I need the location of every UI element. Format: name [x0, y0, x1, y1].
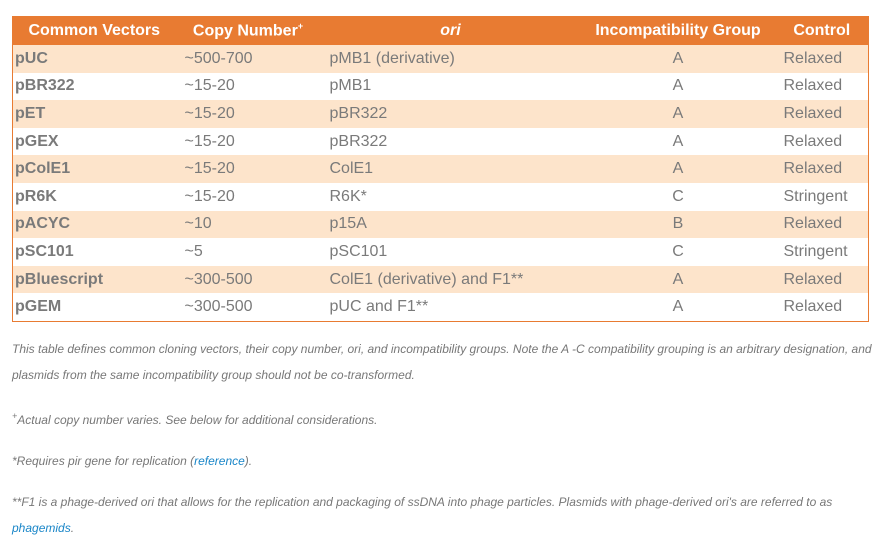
control-cell: Stringent: [775, 182, 869, 211]
header-control: Control: [775, 16, 869, 45]
table-row: pACYC ~10 p15A B Relaxed: [12, 210, 869, 239]
header-ori: ori: [320, 16, 581, 45]
ori-cell: pMB1 (derivative): [320, 45, 581, 73]
vector-cell: pET: [12, 100, 176, 128]
copy-number-cell: ~15-20: [175, 127, 321, 156]
table-row: pSC101 ~5 pSC101 C Stringent: [12, 238, 869, 266]
vector-cell: pGEM: [12, 293, 176, 322]
copy-number-note: +Actual copy number varies. See below fo…: [12, 403, 872, 433]
table-row: pGEX ~15-20 pBR322 A Relaxed: [12, 127, 869, 156]
ori-cell: pSC101: [320, 238, 581, 266]
table-row: pBluescript ~300-500 ColE1 (derivative) an…: [12, 265, 869, 294]
copy-number-cell: ~300-500: [175, 265, 321, 294]
table-header-row: Common Vectors Copy Number+ ori Incompat…: [12, 16, 869, 45]
incompatibility-group-cell: A: [580, 72, 776, 101]
ori-cell: pBR322: [320, 127, 581, 156]
ori-cell: p15A: [320, 210, 581, 239]
reference-link[interactable]: reference: [194, 454, 245, 468]
copy-number-cell: ~15-20: [175, 182, 321, 211]
vector-cell: pColE1: [12, 155, 176, 183]
phagemids-link[interactable]: phagemids: [12, 521, 71, 535]
ori-cell: ColE1 (derivative) and F1**: [320, 265, 581, 294]
pir-note-text: *Requires pir gene for replication (: [12, 454, 195, 468]
incompatibility-group-cell: A: [580, 293, 776, 322]
footnotes: This table defines common cloning vector…: [12, 336, 872, 541]
control-cell: Relaxed: [775, 45, 869, 73]
f1-note-text: **F1 is a phage-derived ori that allows …: [12, 495, 833, 509]
ori-cell: ColE1: [320, 155, 581, 183]
ori-cell: pMB1: [320, 72, 581, 101]
control-cell: Relaxed: [775, 293, 869, 322]
copy-number-note-text: Actual copy number varies. See below for…: [17, 413, 378, 427]
pir-note-end: ).: [244, 454, 253, 468]
table-row: pR6K ~15-20 R6K* C Stringent: [12, 182, 869, 211]
ori-cell: pBR322: [320, 100, 581, 128]
vector-cell: pR6K: [12, 182, 176, 211]
vector-cell: pGEX: [12, 127, 176, 156]
vector-cell: pBR322: [12, 72, 176, 101]
header-copy-number: Copy Number+: [175, 16, 321, 45]
table-row: pColE1 ~15-20 ColE1 A Relaxed: [12, 155, 869, 183]
f1-note: **F1 is a phage-derived ori that allows …: [12, 489, 872, 541]
copy-number-cell: ~10: [175, 210, 321, 239]
incompatibility-group-cell: A: [580, 45, 776, 73]
control-cell: Relaxed: [775, 127, 869, 156]
incompatibility-group-cell: A: [580, 127, 776, 156]
control-cell: Relaxed: [775, 265, 869, 294]
control-cell: Relaxed: [775, 100, 869, 128]
incompatibility-group-cell: C: [580, 182, 776, 211]
f1-note-end: .: [70, 521, 75, 535]
control-cell: Stringent: [775, 238, 869, 266]
vector-cell: pSC101: [12, 238, 176, 266]
copy-number-cell: ~500-700: [175, 45, 321, 73]
incompatibility-group-cell: A: [580, 155, 776, 183]
vectors-table: Common Vectors Copy Number+ ori Incompat…: [12, 16, 869, 322]
pir-note: *Requires pir gene for replication (refe…: [12, 448, 872, 474]
control-cell: Relaxed: [775, 72, 869, 101]
control-cell: Relaxed: [775, 155, 869, 183]
incompatibility-group-cell: B: [580, 210, 776, 239]
ori-cell: pUC and F1**: [320, 293, 581, 322]
copy-number-cell: ~15-20: [175, 100, 321, 128]
copy-number-cell: ~15-20: [175, 72, 321, 101]
header-copy-number-label: Copy Number: [192, 22, 298, 40]
vector-cell: pUC: [12, 45, 176, 73]
incompatibility-group-cell: A: [580, 100, 776, 128]
incompatibility-group-cell: C: [580, 238, 776, 266]
table-row: pGEM ~300-500 pUC and F1** A Relaxed: [12, 293, 869, 322]
table-row: pET ~15-20 pBR322 A Relaxed: [12, 100, 869, 128]
table-caption: This table defines common cloning vector…: [12, 342, 872, 382]
control-cell: Relaxed: [775, 210, 869, 239]
vector-cell: pACYC: [12, 210, 176, 239]
incompatibility-group-cell: A: [580, 265, 776, 294]
header-superscript: +: [297, 21, 304, 32]
table-row: pBR322 ~15-20 pMB1 A Relaxed: [12, 72, 869, 101]
copy-number-cell: ~15-20: [175, 155, 321, 183]
copy-number-cell: ~300-500: [175, 293, 321, 322]
ori-cell: R6K*: [320, 182, 581, 211]
header-incompatibility-group: Incompatibility Group: [580, 16, 776, 45]
copy-number-cell: ~5: [175, 238, 321, 266]
table-row: pUC ~500-700 pMB1 (derivative) A Relaxed: [12, 45, 869, 73]
header-common-vectors: Common Vectors: [12, 16, 176, 45]
vector-cell: pBluescript: [12, 265, 176, 294]
